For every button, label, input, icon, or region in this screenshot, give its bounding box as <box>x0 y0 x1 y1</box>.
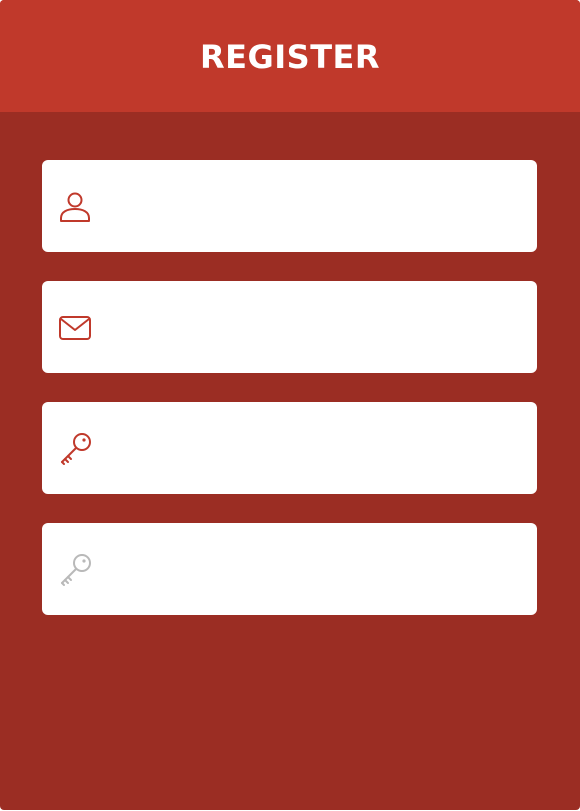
user-icon <box>60 192 90 222</box>
register-card: REGISTER <box>0 0 580 810</box>
confirm-password-input[interactable] <box>114 523 519 615</box>
key-icon <box>61 554 91 586</box>
password-field[interactable] <box>42 402 537 494</box>
envelope-icon <box>59 316 91 340</box>
page-title: REGISTER <box>199 38 381 76</box>
email-input[interactable] <box>114 281 519 373</box>
form-fields <box>0 112 580 615</box>
header: REGISTER <box>0 0 580 112</box>
confirm-password-field[interactable] <box>42 523 537 615</box>
email-field[interactable] <box>42 281 537 373</box>
key-icon <box>61 433 91 465</box>
username-input[interactable] <box>114 160 519 252</box>
password-input[interactable] <box>114 402 519 494</box>
username-field[interactable] <box>42 160 537 252</box>
